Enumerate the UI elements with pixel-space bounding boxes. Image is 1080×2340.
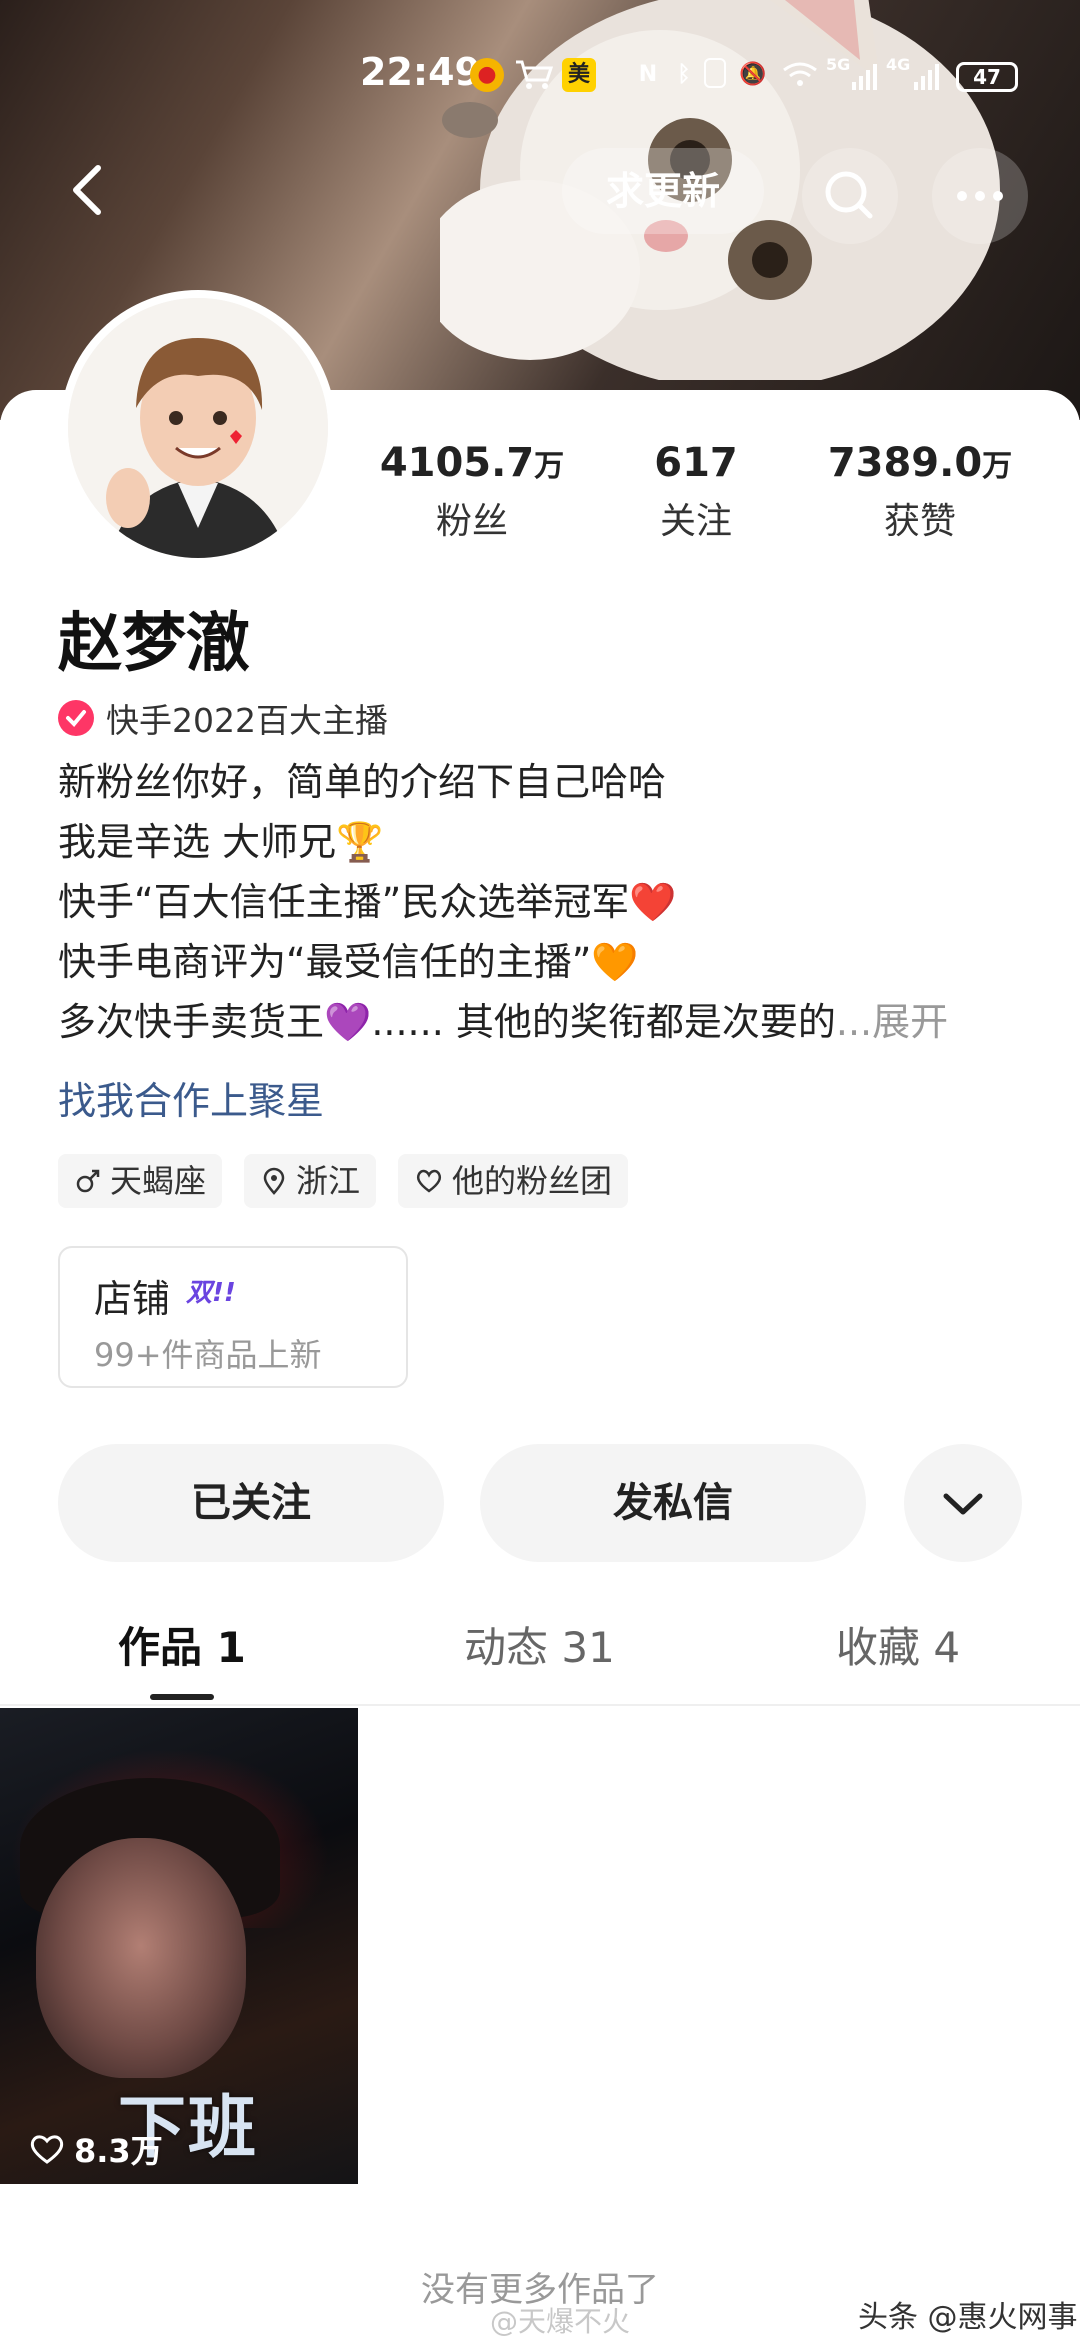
tag-location-label: 浙江 (296, 1162, 361, 1200)
tag-zodiac-label: 天蝎座 (110, 1162, 207, 1200)
shop-title: 店铺 (94, 1277, 171, 1321)
tab-works[interactable]: 作品 1 (118, 1614, 246, 1675)
source-watermark: 头条 @惠火网事 (858, 2300, 1078, 2335)
vibrate-icon (704, 58, 726, 88)
wifi-icon (780, 58, 820, 92)
location-icon (263, 1167, 285, 1195)
expand-button[interactable] (904, 1444, 1022, 1562)
status-bar: 22:49 ● 美 N ᛒ 🔕 5G 4G 47 (0, 50, 1080, 110)
shop-subtitle: 99+件商品上新 (94, 1336, 322, 1374)
tag-zodiac: 天蝎座 (58, 1154, 223, 1208)
work-likes-count: 8.3万 (74, 2132, 163, 2170)
profile-bio: 新粉丝你好，简单的介绍下自己哈哈 我是辛选 大师兄🏆 快手“百大信任主播”民众选… (58, 752, 1038, 1052)
battery-indicator: 47 (956, 62, 1018, 92)
more-icon (957, 191, 1003, 201)
cooperation-link[interactable]: 找我合作上聚星 (58, 1070, 324, 1125)
search-icon (825, 171, 873, 219)
bio-line: 多次快手卖货王💜...... 其他的奖衔都是次要的 (58, 1000, 836, 1044)
profile-tags: 天蝎座 浙江 他的粉丝团 (58, 1154, 650, 1208)
heart-icon (30, 2135, 64, 2164)
verified-icon (58, 700, 94, 736)
tab-active-indicator (150, 1694, 214, 1700)
shop-badge: 双!! (186, 1278, 236, 1308)
stat-fans-number: 4105.7 (379, 440, 535, 486)
weibo-icon: ● (470, 58, 504, 92)
watermark: @天爆不火 (490, 2305, 631, 2338)
message-button[interactable]: 发私信 (480, 1444, 866, 1562)
avatar[interactable] (60, 290, 336, 566)
profile-name: 赵梦澈 (58, 607, 250, 681)
bio-line-last: 多次快手卖货王💜...... 其他的奖衔都是次要的...展开 (58, 992, 1038, 1052)
stat-likes[interactable]: 7389.0万 获赞 (810, 440, 1030, 544)
bio-line: 我是辛选 大师兄🏆 (58, 820, 384, 864)
request-update-button[interactable]: 求更新 (562, 148, 764, 234)
work-likes: 8.3万 (28, 2126, 163, 2172)
stat-likes-number: 7389.0 (827, 440, 983, 486)
status-time: 22:49 (360, 50, 481, 94)
signal-5g-icon: 5G (826, 57, 878, 92)
bio-expand-link[interactable]: ...展开 (836, 1000, 948, 1044)
tag-location: 浙江 (244, 1154, 377, 1208)
stat-following-label: 关注 (659, 501, 732, 542)
mute-icon: 🔕 (739, 62, 767, 87)
stat-fans[interactable]: 4105.7万 粉丝 (362, 440, 582, 544)
tab-divider (0, 1704, 1080, 1706)
bio-line: 新粉丝你好，简单的介绍下自己哈哈 (58, 760, 667, 804)
tag-fan-group-label: 他的粉丝团 (452, 1162, 613, 1200)
tag-fan-group[interactable]: 他的粉丝团 (398, 1154, 629, 1208)
stat-following[interactable]: 617 关注 (586, 440, 806, 544)
nfc-icon: N (638, 62, 658, 87)
bluetooth-icon: ᛒ (677, 62, 691, 87)
heart-icon (416, 1169, 442, 1193)
search-button[interactable] (802, 148, 898, 244)
stat-following-number: 617 (654, 440, 738, 486)
shop-card[interactable]: 店铺 双!! 99+件商品上新 (58, 1246, 408, 1388)
verification-badge[interactable]: 快手2022百大主播 (58, 694, 388, 742)
back-icon[interactable] (60, 160, 120, 220)
bio-line: 快手“百大信任主播”民众选举冠军❤️ (58, 880, 677, 924)
avatar-cartoon-image (68, 298, 328, 558)
male-icon (76, 1169, 100, 1193)
work-thumbnail[interactable]: 下班 8.3万 (0, 1708, 358, 2184)
stat-likes-label: 获赞 (883, 501, 956, 542)
stat-fans-unit: 万 (534, 449, 565, 484)
chevron-down-icon (943, 1493, 983, 1515)
meituan-icon: 美 (562, 58, 596, 92)
stat-likes-unit: 万 (982, 449, 1013, 484)
more-button[interactable] (932, 148, 1028, 244)
cart-icon (514, 58, 554, 92)
signal-4g-icon: 4G (886, 57, 942, 92)
thumbnail-face (36, 1838, 246, 2078)
bio-line: 快手电商评为“最受信任的主播”🧡 (58, 940, 639, 984)
stat-fans-label: 粉丝 (435, 501, 508, 542)
followed-button[interactable]: 已关注 (58, 1444, 444, 1562)
tab-moments[interactable]: 动态 31 (464, 1614, 615, 1675)
tab-favorites[interactable]: 收藏 4 (836, 1614, 960, 1675)
verification-text: 快手2022百大主播 (106, 701, 388, 740)
